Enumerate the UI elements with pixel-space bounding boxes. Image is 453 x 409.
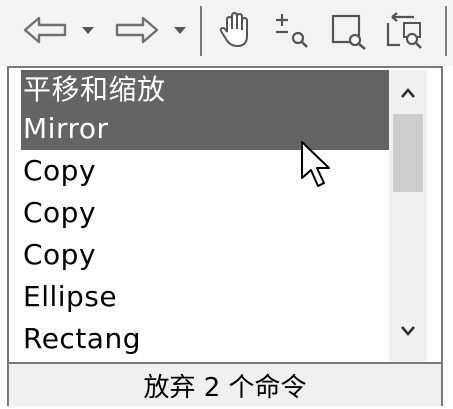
- scrollbar-thumb[interactable]: [393, 114, 423, 192]
- undo-dropdown-button[interactable]: [76, 8, 100, 52]
- undo-icon: [23, 16, 67, 44]
- list-item[interactable]: 平移和缩放: [21, 70, 391, 108]
- zoom-window-button[interactable]: [326, 8, 372, 52]
- redo-icon: [115, 16, 159, 44]
- zoom-previous-button[interactable]: [380, 8, 432, 52]
- zoom-window-icon: [331, 14, 366, 50]
- toolbar-separator: [200, 6, 202, 56]
- scrollbar[interactable]: [389, 70, 427, 362]
- pan-button[interactable]: [214, 8, 260, 52]
- mouse-pointer-icon: [301, 141, 330, 187]
- list-item[interactable]: Copy: [21, 234, 391, 276]
- undo-count-status: 放弃 2 个命令: [9, 362, 441, 406]
- undo-button[interactable]: [22, 8, 70, 52]
- list-item[interactable]: Mirror: [21, 108, 391, 150]
- toolbar: [0, 0, 453, 66]
- toolbar-separator: [445, 6, 447, 56]
- chevron-down-icon: [401, 326, 415, 336]
- zoom-realtime-button[interactable]: [270, 8, 316, 52]
- redo-button[interactable]: [112, 8, 160, 52]
- list-item[interactable]: Copy: [21, 192, 391, 234]
- dropdown-arrow-icon: [174, 27, 186, 34]
- scroll-down-button[interactable]: [389, 312, 427, 350]
- scroll-up-button[interactable]: [389, 74, 427, 112]
- redo-dropdown-button[interactable]: [168, 8, 192, 52]
- list-item[interactable]: Ellipse: [21, 276, 391, 318]
- zoom-previous-icon: [386, 12, 422, 49]
- undo-history-dropdown: 平移和缩放 Mirror Copy Copy Copy Ellipse Rect…: [7, 66, 443, 406]
- pan-hand-icon: [219, 11, 248, 48]
- undo-history-list: 平移和缩放 Mirror Copy Copy Copy Ellipse Rect…: [21, 70, 391, 362]
- list-item[interactable]: Rectang: [21, 318, 391, 360]
- dropdown-arrow-icon: [82, 27, 94, 34]
- chevron-up-icon: [401, 88, 415, 98]
- list-item[interactable]: Copy: [21, 150, 391, 192]
- zoom-realtime-icon: [276, 14, 308, 48]
